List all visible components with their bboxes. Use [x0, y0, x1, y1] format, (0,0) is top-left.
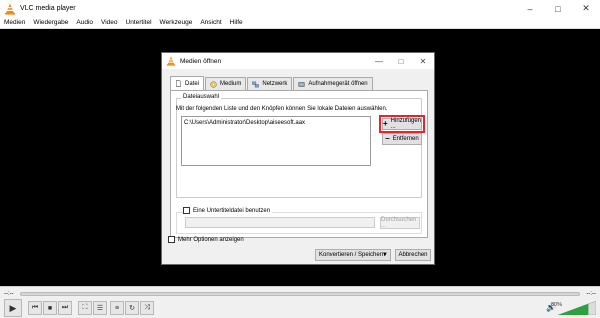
shuffle-button[interactable]: ⤨	[140, 301, 154, 315]
menu-view[interactable]: Ansicht	[200, 19, 221, 26]
remove-file-label: Entfernen	[392, 136, 419, 142]
player-controls: --:-- --:-- ▶ ⏮ ■ ⏭ ⛶ ☰ ≡ ↻ ⤨ 🔊 80%	[0, 286, 600, 318]
play-button[interactable]: ▶	[4, 299, 22, 317]
skip-previous-icon: ⏮	[31, 304, 39, 311]
cancel-label: Abbrechen	[398, 252, 428, 258]
loop-icon: ↻	[129, 305, 135, 312]
cancel-button[interactable]: Abbrechen	[395, 249, 431, 261]
playlist-button[interactable]: ≡	[110, 301, 124, 315]
plus-icon: +	[382, 119, 388, 128]
menu-media[interactable]: Medien	[4, 19, 25, 26]
browse-subtitle-label: Durchsuchen ...	[381, 217, 417, 229]
menu-audio[interactable]: Audio	[76, 19, 93, 26]
playlist-icon: ≡	[114, 304, 120, 312]
file-selection-hint: Mit der folgenden Liste und den Knöpfen …	[176, 106, 388, 112]
window-title: VLC media player	[20, 5, 76, 12]
remove-file-button[interactable]: – Entfernen	[382, 133, 422, 145]
menu-tools[interactable]: Werkzeuge	[160, 19, 193, 26]
window-titlebar: VLC media player – □ ✕	[0, 0, 600, 17]
dialog-minimize-button[interactable]: —	[368, 53, 390, 69]
tab-capture-device-label: Aufnahmegerät öffnen	[308, 81, 368, 87]
subtitle-checkbox-row[interactable]: Eine Untertiteldatei benutzen	[183, 207, 273, 214]
dialog-maximize-button[interactable]: □	[390, 53, 412, 69]
minus-icon: –	[385, 134, 390, 143]
maximize-button[interactable]: □	[544, 0, 572, 17]
shuffle-icon: ⤨	[144, 304, 150, 311]
dialog-tabs: Datei Medium Netzwerk Aufnahmegerät öffn…	[170, 76, 374, 90]
tab-file[interactable]: Datei	[170, 76, 205, 90]
subtitle-file-input	[185, 217, 375, 228]
open-media-dialog: Medien öffnen — □ ✕ Datei Medium Netzwer…	[161, 52, 435, 265]
tab-disc-label: Medium	[220, 81, 242, 87]
menu-playback[interactable]: Wiedergabe	[33, 19, 68, 26]
play-icon: ▶	[9, 302, 17, 313]
browse-subtitle-button: Durchsuchen ...	[380, 217, 420, 229]
list-item[interactable]: C:\Users\Administrator\Desktop\aiseesoft…	[182, 117, 370, 129]
tab-file-label: Datei	[185, 80, 200, 87]
minimize-button[interactable]: –	[516, 0, 544, 17]
skip-next-icon: ⏭	[61, 304, 69, 311]
stop-icon: ■	[47, 304, 53, 312]
tab-network-label: Netzwerk	[262, 81, 288, 87]
more-options-row[interactable]: Mehr Optionen anzeigen	[168, 236, 244, 243]
close-button[interactable]: ✕	[572, 0, 600, 17]
menu-bar: Medien Wiedergabe Audio Video Untertitel…	[0, 17, 600, 29]
tab-disc[interactable]: Medium	[205, 77, 247, 90]
time-total: --:--	[586, 291, 596, 297]
next-button[interactable]: ⏭	[58, 301, 72, 315]
convert-save-button[interactable]: Konvertieren / Speichern ▼	[315, 249, 391, 261]
dropdown-arrow-icon[interactable]: ▼	[382, 252, 388, 258]
file-list[interactable]: C:\Users\Administrator\Desktop\aiseesoft…	[181, 116, 371, 166]
capture-device-icon	[298, 81, 305, 87]
stop-button[interactable]: ■	[43, 301, 57, 315]
tab-capture-device[interactable]: Aufnahmegerät öffnen	[293, 77, 373, 90]
dialog-close-button[interactable]: ✕	[412, 53, 434, 69]
disc-icon	[210, 80, 217, 88]
file-selection-label: Dateiauswahl	[181, 94, 222, 100]
previous-button[interactable]: ⏮	[28, 301, 42, 315]
menu-video[interactable]: Video	[101, 19, 118, 26]
seek-slider[interactable]	[20, 292, 580, 296]
add-file-label: Hinzufügen ...	[390, 118, 422, 130]
menu-subtitle[interactable]: Untertitel	[126, 19, 152, 26]
equalizer-icon: ☰	[96, 305, 104, 312]
time-elapsed: --:--	[4, 291, 14, 297]
vlc-cone-icon	[5, 3, 15, 15]
extended-settings-button[interactable]: ☰	[93, 301, 107, 315]
subtitle-checkbox-label: Eine Untertiteldatei benutzen	[193, 207, 271, 214]
loop-button[interactable]: ↻	[125, 301, 139, 315]
more-options-checkbox[interactable]	[168, 236, 175, 243]
vlc-cone-icon	[166, 56, 176, 66]
subtitle-checkbox[interactable]	[183, 207, 190, 214]
volume-slider[interactable]	[558, 301, 596, 315]
file-icon	[176, 80, 181, 87]
more-options-label: Mehr Optionen anzeigen	[178, 236, 244, 243]
fullscreen-icon: ⛶	[82, 304, 88, 311]
dialog-titlebar: Medien öffnen — □ ✕	[162, 53, 434, 69]
menu-help[interactable]: Hilfe	[230, 19, 243, 26]
convert-save-label: Konvertieren / Speichern	[319, 252, 386, 258]
fullscreen-button[interactable]: ⛶	[78, 301, 92, 315]
dialog-title: Medien öffnen	[180, 57, 222, 65]
tab-network[interactable]: Netzwerk	[247, 77, 293, 90]
add-file-button[interactable]: + Hinzufügen ...	[379, 115, 425, 133]
file-tab-panel: Dateiauswahl Mit der folgenden Liste und…	[170, 90, 428, 238]
network-icon	[252, 81, 260, 87]
